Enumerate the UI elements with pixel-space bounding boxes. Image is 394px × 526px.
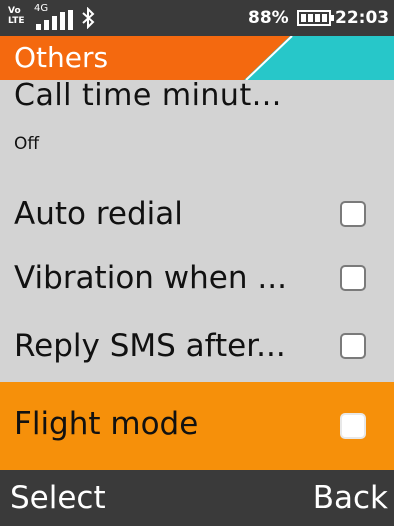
flight-mode-checkbox[interactable] [340,413,366,439]
clock: 22:03 [335,8,390,28]
list-item-label: Reply SMS after... [14,328,286,364]
list-item-flight-mode[interactable]: Flight mode [0,382,394,470]
softkey-bar: Select Back [0,470,394,526]
settings-list: Call time minut... Off Auto redial Vibra… [0,80,394,470]
list-item-reply-sms[interactable]: Reply SMS after... [0,316,394,376]
phone-screen: Vo LTE 4G 88% 22:03 Others Call time min… [0,0,394,526]
volte-label-top: Vo [8,6,21,16]
list-item-auto-redial[interactable]: Auto redial [0,184,394,244]
list-item-value: Off [14,134,40,154]
list-item-call-time-minute[interactable]: Call time minut... [14,80,282,116]
signal-icon [36,10,73,30]
page-title: Others [14,41,109,74]
auto-redial-checkbox[interactable] [340,201,366,227]
volte-label-bottom: LTE [8,16,25,26]
volte-icon: Vo LTE [8,6,30,30]
vibration-checkbox[interactable] [340,265,366,291]
select-softkey[interactable]: Select [10,478,106,518]
title-bar: Others [0,36,394,80]
bluetooth-icon [82,7,95,29]
back-softkey[interactable]: Back [313,478,388,518]
list-item-label: Vibration when ... [14,260,287,296]
status-bar: Vo LTE 4G 88% 22:03 [0,0,394,36]
battery-percent: 88% [248,8,289,28]
list-item-label: Auto redial [14,196,183,232]
list-item-vibration-when[interactable]: Vibration when ... [0,248,394,308]
list-item-label: Call time minut... [14,80,282,113]
battery-icon [297,10,334,26]
reply-sms-checkbox[interactable] [340,333,366,359]
list-item-label: Flight mode [14,406,199,442]
